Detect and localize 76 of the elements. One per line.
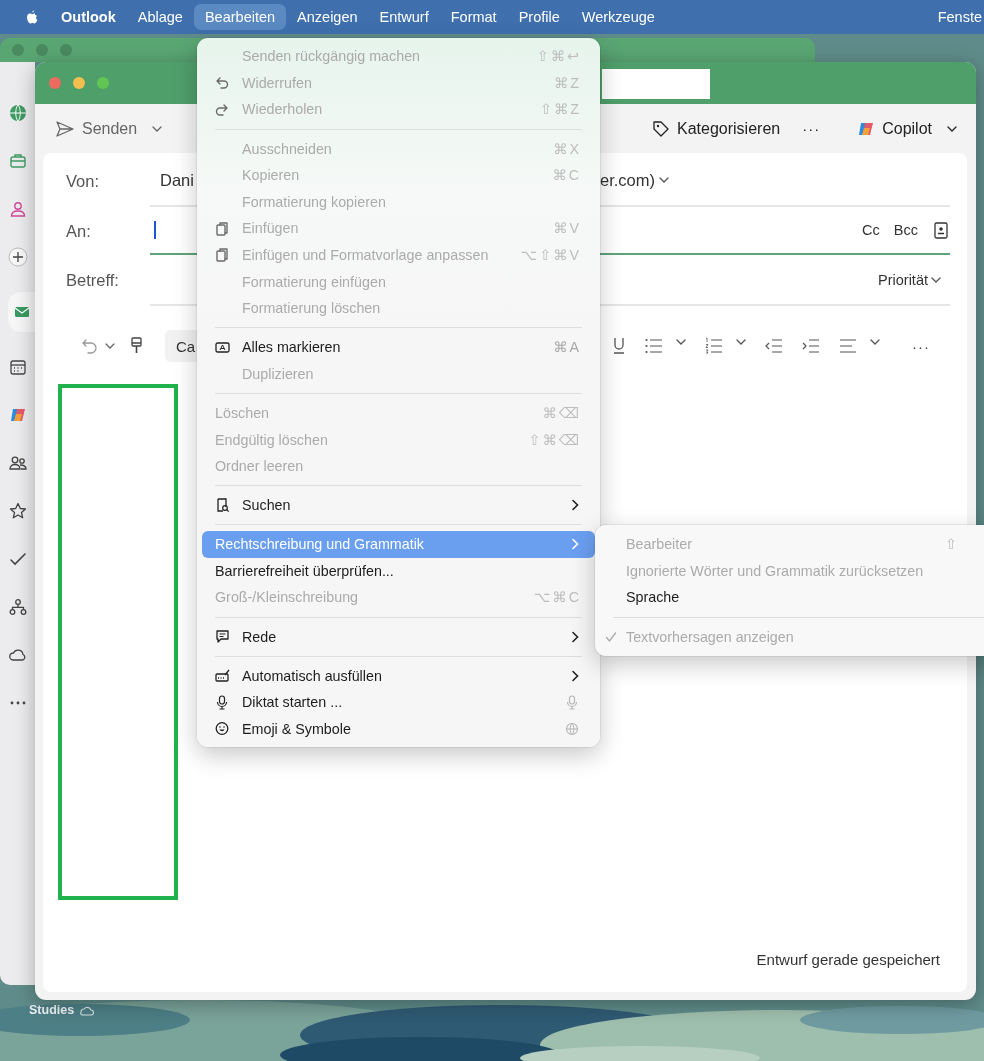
menu-bar-item[interactable]: Ablage [126,4,194,30]
menu-bar-item[interactable]: Werkzeuge [570,4,666,30]
shortcut-text: ⌘⌫ [542,404,581,421]
field-label: Von: [66,171,101,191]
person-icon[interactable] [8,199,28,219]
redo-icon [215,102,230,117]
org-chart-icon[interactable] [8,597,28,617]
menu-bar-item[interactable]: Outlook [52,4,127,30]
tag-icon [651,118,671,139]
menu-item[interactable]: Rechtschreibung und Grammatik [202,531,595,558]
sender-dropdown[interactable]: er.com) [600,170,670,190]
menu-item[interactable]: Barrierefreiheit überprüfen... [202,557,595,585]
menu-bar-item[interactable]: Entwurf [368,4,440,30]
indent-icon[interactable] [801,336,821,356]
menu-item[interactable]: Automatisch ausfüllen [202,662,595,689]
cc-button[interactable]: Cc [862,222,880,238]
shortcut-text: ⇧⌘↩ [536,48,581,65]
folder-label[interactable]: Studies [29,1003,75,1017]
underline-icon[interactable] [611,336,627,356]
menu-item[interactable]: Diktat starten ... [202,688,595,716]
numbered-list-icon[interactable] [704,336,724,356]
calendar-icon[interactable] [8,357,28,377]
shortcut-text: ⌥⌘C [533,589,581,606]
menu-item[interactable]: Suchen [202,491,595,519]
menu-item[interactable]: Emoji & Symbole [202,715,595,743]
align-left-icon[interactable] [838,336,858,356]
menu-item[interactable]: Sprache [600,584,984,611]
menu-bar-item[interactable]: Format [439,4,508,30]
speech-bubble-icon [215,629,230,645]
categorize-button[interactable]: Kategorisieren [651,118,781,139]
clipboard-icon [215,247,230,263]
apple-icon[interactable] [24,9,40,25]
field-label: Betreff: [66,271,120,290]
menu-item[interactable]: Rede [202,623,595,650]
bulleted-list-icon[interactable] [644,336,664,356]
emoji-icon [215,721,230,737]
contact-book-icon[interactable] [932,220,950,240]
shortcut-text: ⌘C [552,167,581,184]
microphone-icon [565,694,579,710]
undo-icon [215,75,230,91]
add-icon[interactable] [8,247,28,267]
format-painter-icon[interactable] [128,336,145,356]
cloud-icon [78,1004,95,1016]
menu-bar-item[interactable]: Profile [507,4,571,30]
select-all-icon [215,339,230,355]
shortcut-text: ⌘A [553,339,581,356]
shortcut-text: ⇧⌘⌫ [528,431,581,448]
find-icon [215,497,230,513]
clipboard-icon [215,220,230,236]
globe-icon [565,721,579,736]
menu-bar-item[interactable]: Anzeigen [286,4,369,30]
autofill-icon [215,668,230,684]
star-icon[interactable] [8,501,28,521]
outdent-icon[interactable] [764,336,784,356]
shortcut-text: ⌘V [553,220,581,237]
shortcut-text: ⌘X [553,140,581,157]
more-button[interactable]: ··· [802,120,821,137]
send-icon [55,119,75,138]
menu-bar-item[interactable]: Fenste [926,4,984,30]
globe-icon[interactable] [8,103,28,123]
shortcut-text: ⇧⌘Z [540,101,581,118]
status-text: Entwurf gerade gespeichert [755,951,941,970]
sidebar-item[interactable] [8,292,35,332]
bcc-button[interactable]: Bcc [893,222,918,238]
send-button[interactable]: Senden [55,119,138,138]
field-label: An: [66,221,92,241]
shortcut-text: ⇧ [945,536,959,553]
briefcase-icon[interactable] [8,151,28,171]
priority-dropdown[interactable]: Priorität [878,271,942,288]
shortcut-text: ⌘Z [553,74,581,91]
shortcut-text: ⌥⇧⌘V [520,246,581,263]
microphone-icon [215,694,230,710]
copilot-button[interactable]: Copilot [856,118,958,139]
sender-text: Dani [160,170,194,190]
menu-bar-item[interactable]: Bearbeiten [193,4,287,30]
more-button[interactable]: ··· [912,337,930,355]
